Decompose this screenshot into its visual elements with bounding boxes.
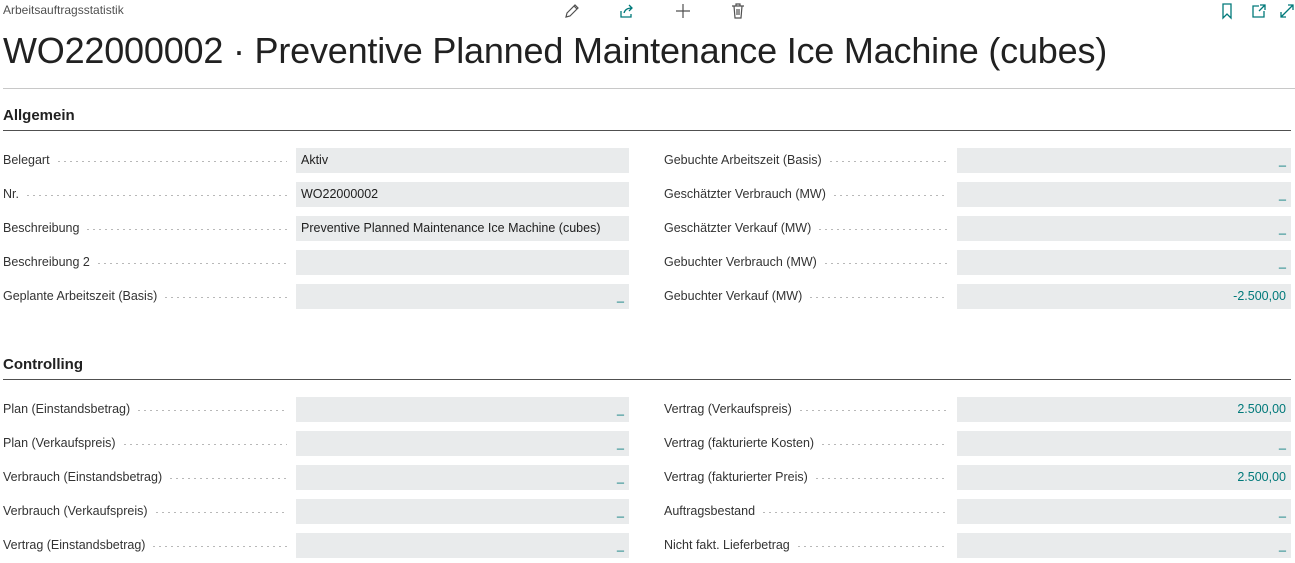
field-value-geschaetzter-verkauf[interactable]: _ <box>957 216 1291 241</box>
expand-icon[interactable] <box>1278 2 1295 20</box>
field-label-plan-verkaufspreis: Plan (Verkaufspreis) <box>3 431 287 455</box>
field-label-vertrag-einstandsbetrag: Vertrag (Einstandsbetrag) <box>3 533 287 557</box>
field-label-geschaetzter-verbrauch: Geschätzter Verbrauch (MW) <box>664 182 948 206</box>
field-value-gebuchter-verbrauch[interactable]: _ <box>957 250 1291 275</box>
field-value-belegart[interactable]: Aktiv <box>296 148 629 173</box>
title-divider <box>3 88 1295 89</box>
share-icon[interactable] <box>618 2 636 20</box>
add-icon[interactable] <box>674 2 692 20</box>
field-label-nicht-fakt-lieferbetrag: Nicht fakt. Lieferbetrag <box>664 533 948 557</box>
field-value-verbrauch-einstandsbetrag[interactable]: _ <box>296 465 629 490</box>
field-value-geschaetzter-verbrauch[interactable]: _ <box>957 182 1291 207</box>
field-label-geplante-arbeitszeit: Geplante Arbeitszeit (Basis) <box>3 284 287 308</box>
bookmark-icon[interactable] <box>1218 2 1236 20</box>
field-value-verbrauch-verkaufspreis[interactable]: _ <box>296 499 629 524</box>
field-label-beschreibung-2: Beschreibung 2 <box>3 250 287 274</box>
field-label-verbrauch-verkaufspreis: Verbrauch (Verkaufspreis) <box>3 499 287 523</box>
section-title-general[interactable]: Allgemein <box>3 107 75 124</box>
field-label-verbrauch-einstandsbetrag: Verbrauch (Einstandsbetrag) <box>3 465 287 489</box>
field-label-belegart: Belegart <box>3 148 287 172</box>
section-divider-general <box>3 130 1291 131</box>
field-label-beschreibung: Beschreibung <box>3 216 287 240</box>
top-bar: Arbeitsauftragsstatistik <box>0 0 1295 24</box>
field-label-gebuchte-arbeitszeit: Gebuchte Arbeitszeit (Basis) <box>664 148 948 172</box>
field-value-beschreibung-2[interactable] <box>296 250 629 275</box>
field-value-gebuchte-arbeitszeit[interactable]: _ <box>957 148 1291 173</box>
field-value-vertrag-fakturierte-kosten[interactable]: _ <box>957 431 1291 456</box>
field-value-beschreibung[interactable]: Preventive Planned Maintenance Ice Machi… <box>296 216 629 241</box>
section-divider-controlling <box>3 379 1291 380</box>
field-label-vertrag-fakturierte-kosten: Vertrag (fakturierte Kosten) <box>664 431 948 455</box>
field-label-vertrag-verkaufspreis: Vertrag (Verkaufspreis) <box>664 397 948 421</box>
delete-icon[interactable] <box>729 2 747 20</box>
field-label-auftragsbestand: Auftragsbestand <box>664 499 948 523</box>
edit-icon[interactable] <box>563 2 581 20</box>
field-label-vertrag-fakturierter-preis: Vertrag (fakturierter Preis) <box>664 465 948 489</box>
field-value-nr[interactable]: WO22000002 <box>296 182 629 207</box>
field-label-geschaetzter-verkauf: Geschätzter Verkauf (MW) <box>664 216 948 240</box>
field-value-gebuchter-verkauf[interactable]: -2.500,00 <box>957 284 1291 309</box>
field-value-vertrag-einstandsbetrag[interactable]: _ <box>296 533 629 558</box>
breadcrumb[interactable]: Arbeitsauftragsstatistik <box>3 3 124 17</box>
page-title: WO22000002 · Preventive Planned Maintena… <box>3 30 1108 71</box>
field-value-geplante-arbeitszeit[interactable]: _ <box>296 284 629 309</box>
field-label-gebuchter-verbrauch: Gebuchter Verbrauch (MW) <box>664 250 948 274</box>
field-value-plan-einstandsbetrag[interactable]: _ <box>296 397 629 422</box>
field-label-plan-einstandsbetrag: Plan (Einstandsbetrag) <box>3 397 287 421</box>
field-value-nicht-fakt-lieferbetrag[interactable]: _ <box>957 533 1291 558</box>
open-new-window-icon[interactable] <box>1250 2 1268 20</box>
field-label-gebuchter-verkauf: Gebuchter Verkauf (MW) <box>664 284 948 308</box>
field-value-vertrag-fakturierter-preis[interactable]: 2.500,00 <box>957 465 1291 490</box>
field-value-auftragsbestand[interactable]: _ <box>957 499 1291 524</box>
section-title-controlling[interactable]: Controlling <box>3 356 83 373</box>
field-label-nr: Nr. <box>3 182 287 206</box>
field-value-plan-verkaufspreis[interactable]: _ <box>296 431 629 456</box>
field-value-vertrag-verkaufspreis[interactable]: 2.500,00 <box>957 397 1291 422</box>
